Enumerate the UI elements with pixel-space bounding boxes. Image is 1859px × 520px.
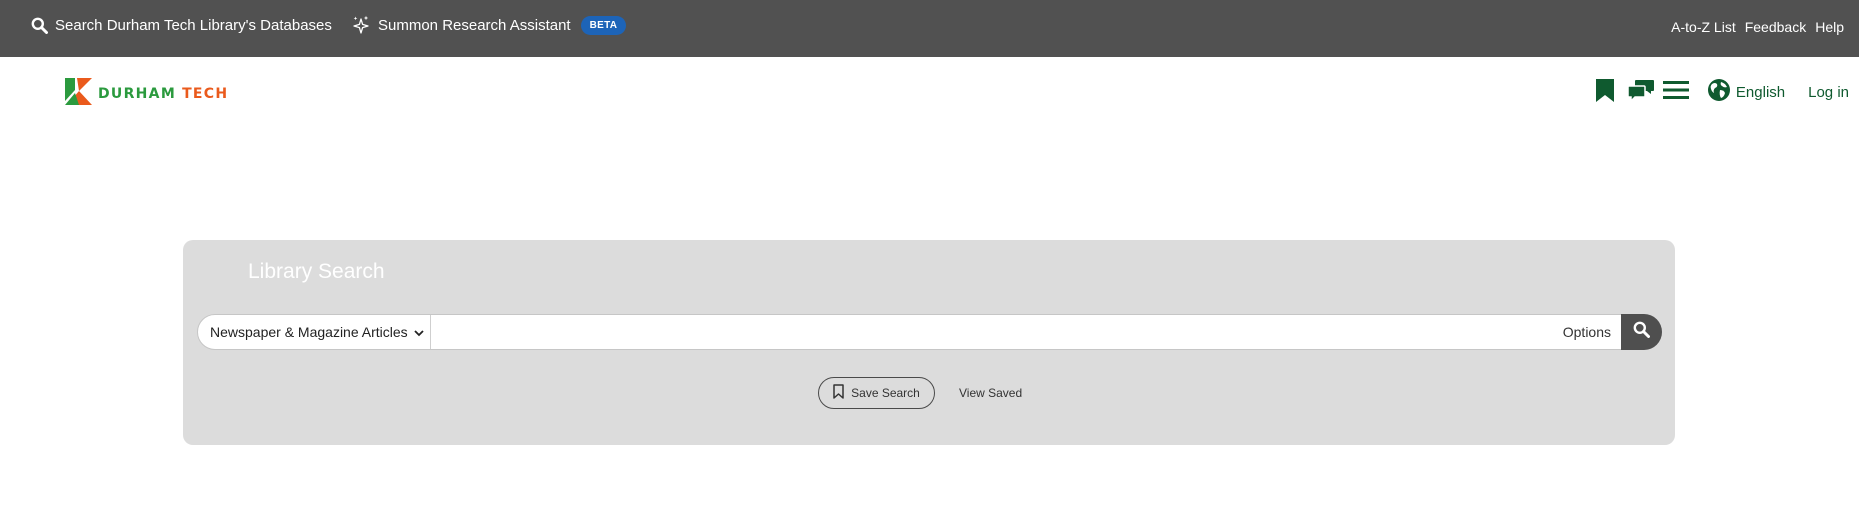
save-search-button[interactable]: Save Search: [818, 377, 935, 409]
menu-button[interactable]: [1662, 79, 1689, 105]
globe-icon: [1707, 78, 1731, 106]
top-utility-bar: Search Durham Tech Library's Databases S…: [0, 0, 1859, 57]
help-link[interactable]: Help: [1815, 19, 1844, 35]
logo-word-tech: TECH: [182, 86, 229, 102]
feedback-link[interactable]: Feedback: [1745, 19, 1806, 35]
search-icon: [1633, 321, 1650, 343]
search-databases-link[interactable]: Search Durham Tech Library's Databases: [31, 0, 332, 50]
search-icon: [31, 17, 55, 34]
search-submit-button[interactable]: [1621, 314, 1662, 350]
bookmark-outline-icon: [833, 384, 851, 402]
beta-badge: BETA: [580, 15, 627, 35]
login-link[interactable]: Log in: [1808, 84, 1849, 101]
summon-research-assistant-link[interactable]: Summon Research Assistant BETA: [352, 0, 627, 50]
logo-mark-icon: [65, 78, 92, 110]
summon-assistant-label: Summon Research Assistant: [378, 16, 571, 34]
top-links: A-to-Z List Feedback Help: [1662, 0, 1844, 54]
search-options-button[interactable]: Options: [1563, 315, 1621, 349]
atoz-list-link[interactable]: A-to-Z List: [1671, 19, 1736, 35]
options-label: Options: [1562, 324, 1611, 340]
menu-icon: [1662, 79, 1689, 105]
sparkle-icon: [352, 15, 378, 35]
chat-button[interactable]: [1627, 78, 1655, 106]
search-databases-label: Search Durham Tech Library's Databases: [55, 16, 332, 34]
search-bar: Newspaper & Magazine Articles Options: [197, 314, 1662, 350]
bookmark-icon: [1595, 78, 1615, 107]
search-scope-select[interactable]: Newspaper & Magazine Articles: [198, 315, 431, 349]
save-search-label: Save Search: [851, 386, 920, 400]
chevron-down-icon: [408, 324, 424, 340]
logo-word-durham: DURHAM: [98, 86, 177, 102]
view-saved-link[interactable]: View Saved: [959, 386, 1022, 400]
language-label: English: [1735, 83, 1786, 101]
panel-title: Library Search: [248, 260, 385, 283]
search-scope-value: Newspaper & Magazine Articles: [210, 324, 408, 340]
search-input[interactable]: [431, 315, 1563, 349]
language-selector[interactable]: English: [1702, 78, 1785, 106]
library-search-panel: Library Search Newspaper & Magazine Arti…: [183, 240, 1675, 445]
logo-wordmark: DURHAM TECH: [98, 86, 228, 102]
durham-tech-logo[interactable]: DURHAM TECH: [65, 78, 228, 110]
bookmark-button[interactable]: [1595, 78, 1615, 107]
chat-icon: [1627, 78, 1655, 106]
header-actions: English Log in: [1595, 78, 1849, 106]
